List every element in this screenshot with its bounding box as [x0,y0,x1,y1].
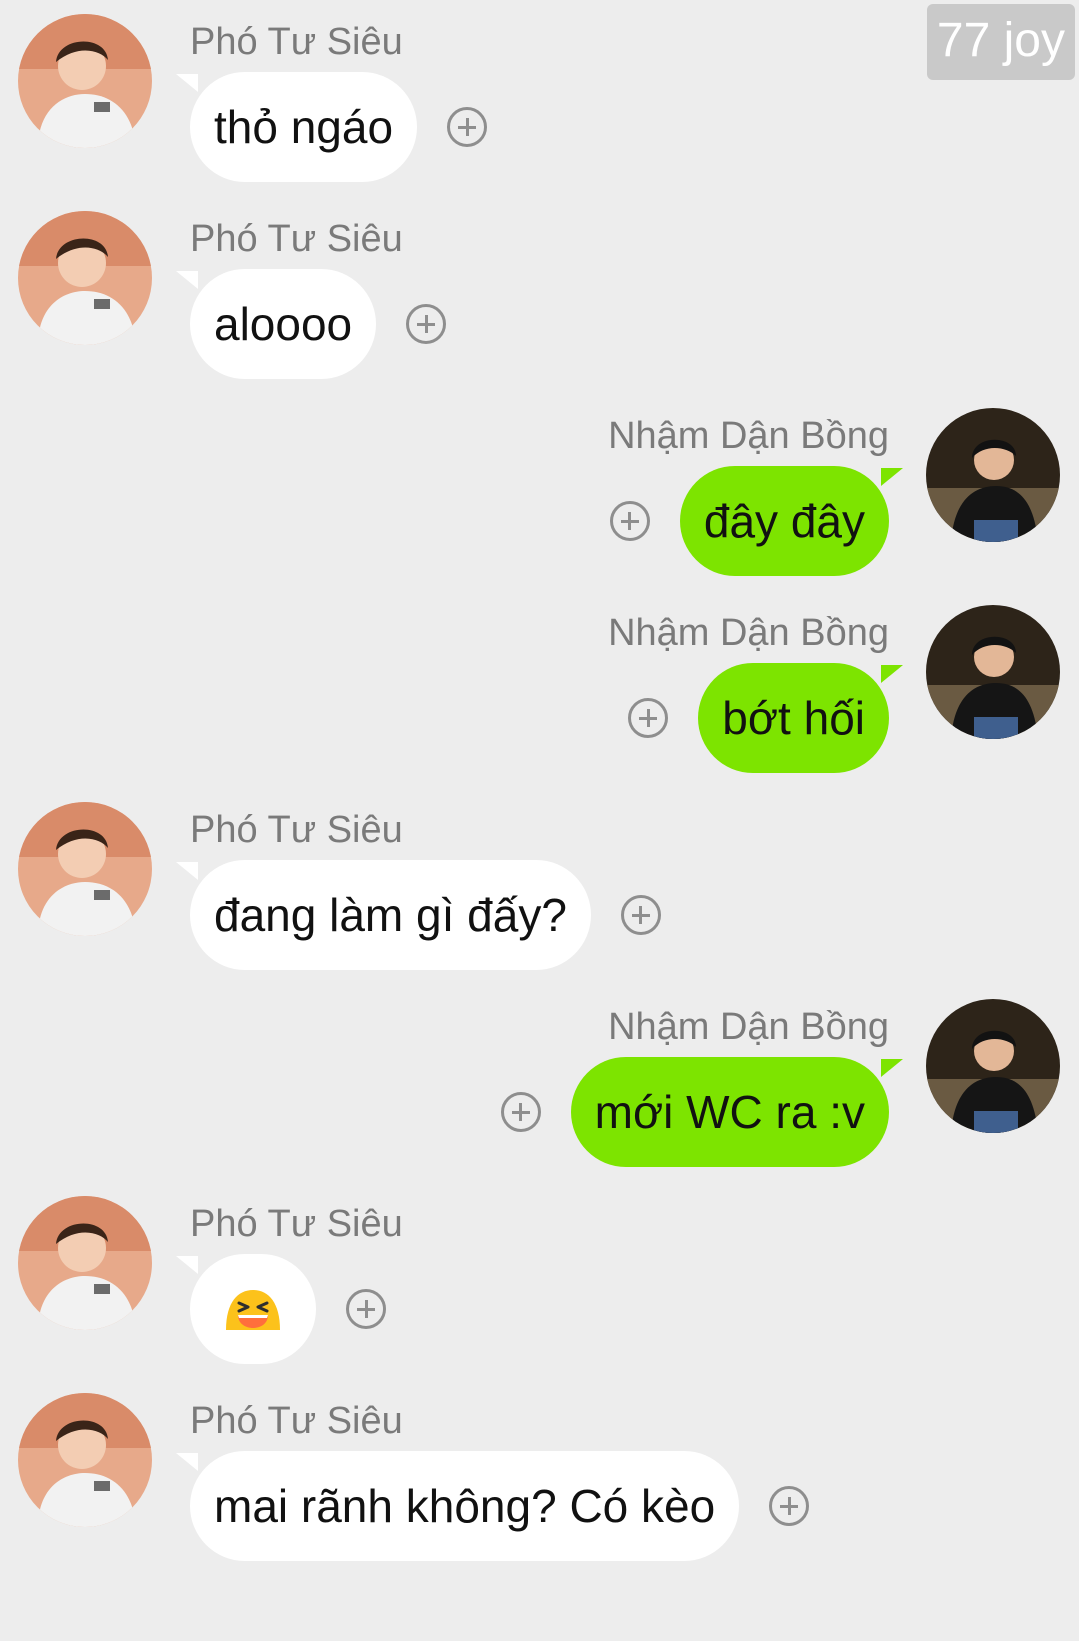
sender-name: Phó Tư Siêu [190,21,403,63]
message-text: bớt hối [722,692,865,744]
sender-name: Nhậm Dận Bồng [608,1006,889,1048]
sender-name: Nhậm Dận Bồng [608,415,889,457]
message-bubble[interactable] [176,1254,316,1364]
watermark: 77 joy [926,4,1075,80]
message-bubble[interactable]: mai rãnh không? Có kèo [175,1451,740,1561]
sender-name: Phó Tư Siêu [190,1203,403,1245]
message-text: mai rãnh không? Có kèo [214,1480,716,1532]
sender-name: Phó Tư Siêu [190,1400,403,1442]
message-bubble[interactable]: aloooo [175,269,377,379]
avatar[interactable] [18,1196,152,1330]
message-text: thỏ ngáo [214,101,394,153]
sender-name: Phó Tư Siêu [190,809,403,851]
message-text: đây đây [703,495,865,547]
message-bubble[interactable]: đang làm gì đấy? [176,860,591,970]
message-bubble[interactable]: thỏ ngáo [175,72,418,182]
message-bubble[interactable]: mới WC ra :v [570,1057,904,1167]
plus-circle-icon[interactable] [346,1289,386,1329]
sender-name: Nhậm Dận Bồng [608,612,889,654]
message-text: mới WC ra :v [594,1086,865,1138]
plus-circle-icon[interactable] [620,895,661,935]
plus-circle-icon[interactable] [500,1092,541,1132]
sender-name: Phó Tư Siêu [190,218,403,260]
plus-circle-icon[interactable] [406,304,447,344]
message-text: đang làm gì đấy? [214,889,567,941]
message-bubble[interactable]: đây đây [679,466,904,576]
avatar[interactable] [18,14,152,148]
laughing-face-emoji [224,1286,282,1332]
avatar[interactable] [18,1393,152,1527]
message-bubble[interactable]: bớt hối [698,663,903,773]
avatar[interactable] [926,605,1060,739]
avatar[interactable] [18,211,152,345]
avatar[interactable] [18,802,152,936]
avatar[interactable] [926,408,1060,542]
plus-circle-icon[interactable] [628,698,669,738]
plus-circle-icon[interactable] [447,107,488,147]
avatar[interactable] [926,999,1060,1133]
plus-circle-icon[interactable] [609,501,650,541]
message-text: aloooo [214,298,353,350]
plus-circle-icon[interactable] [769,1486,810,1526]
